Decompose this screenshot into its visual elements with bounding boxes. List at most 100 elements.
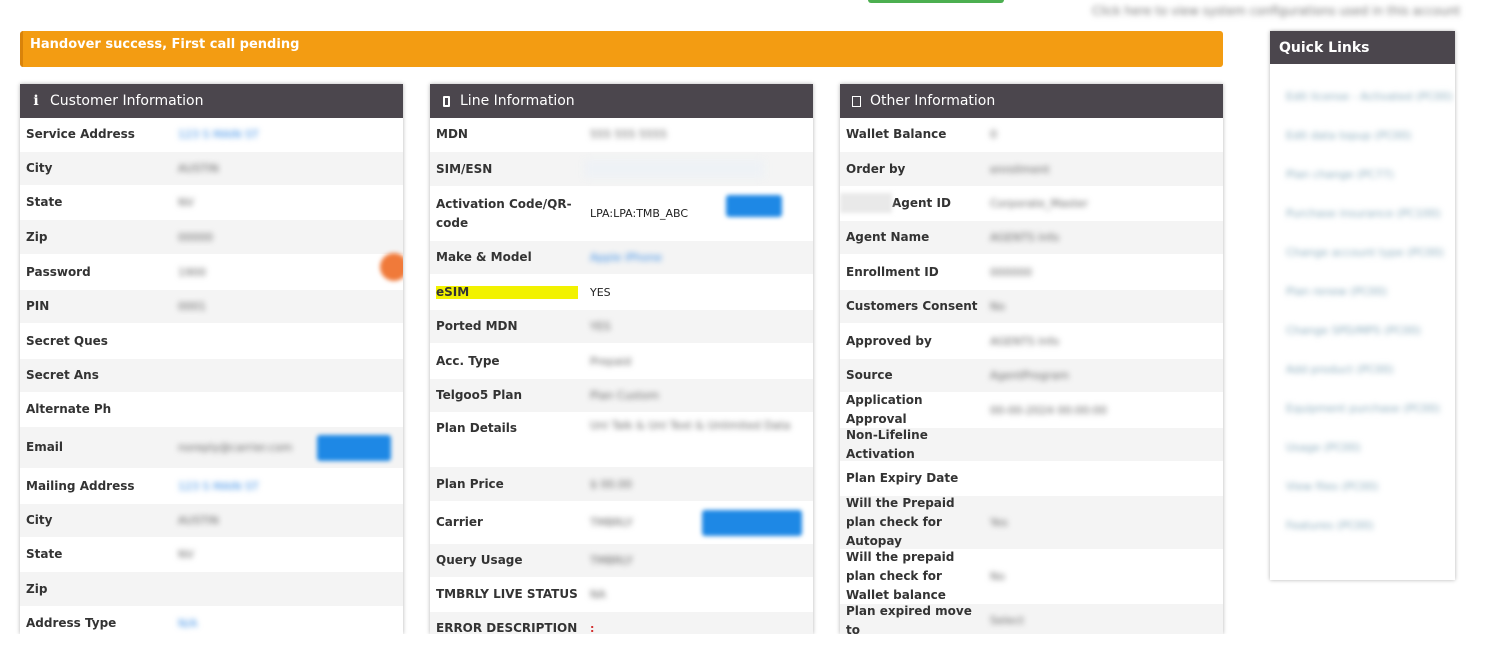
field-label: MDN xyxy=(436,127,468,141)
sim-esn-redacted xyxy=(584,160,764,178)
table-row: Acc. Type Prepaid xyxy=(430,344,813,379)
table-row: SIM/ESN xyxy=(430,152,813,187)
table-row: Approved by AGENTS Info xyxy=(840,324,1223,359)
field-value: noreply@carrier.com xyxy=(178,441,293,454)
table-row: Service Address 123 S MAIN ST xyxy=(20,118,403,152)
carrier-action-button[interactable] xyxy=(702,510,802,536)
customer-info-panel: i Customer Information Service Address 123… xyxy=(20,84,403,634)
field-value: 00-00-2024 00:00:00 xyxy=(990,403,1107,417)
quick-link-item[interactable]: View files (PC00) xyxy=(1270,472,1455,511)
field-value: AGENTS Info xyxy=(990,334,1060,348)
table-row: ERROR DESCRIPTION: xyxy=(430,612,813,634)
field-label: Agent Name xyxy=(846,230,930,244)
field-value: 1900 xyxy=(178,265,206,279)
field-value: No xyxy=(990,570,1005,583)
field-label: Plan Expiry Date xyxy=(846,471,959,485)
table-row: Make & Model Apple iPhone xyxy=(430,241,813,275)
field-value: NA xyxy=(590,588,606,601)
line-info-rows: MDN 555 555 5555 SIM/ESN Activation Code/… xyxy=(430,118,813,634)
field-label: Zip xyxy=(26,581,48,596)
quick-link-item[interactable]: Edit license - Activated (PC00) xyxy=(1270,82,1455,121)
table-row: Enrollment ID 000000 xyxy=(840,255,1223,290)
line-info-header: Line Information xyxy=(430,84,813,118)
activation-code-value: LPA:LPA:TMB_ABC xyxy=(590,207,689,220)
make-model-link[interactable]: Apple iPhone xyxy=(590,251,662,264)
quick-link-item[interactable]: Purchase insurance (PC100) xyxy=(1270,199,1455,238)
quick-link-item[interactable]: Edit data topup (PC00) xyxy=(1270,121,1455,160)
top-green-button[interactable] xyxy=(868,0,1004,3)
table-row: eSIM YES xyxy=(430,275,813,310)
table-row: Will the prepaid plan check for Wallet b… xyxy=(840,550,1223,604)
esim-label: eSIM xyxy=(436,285,578,299)
field-label: ERROR DESCRIPTION xyxy=(436,621,578,634)
mailing-address-link[interactable]: 123 S MAIN ST xyxy=(178,480,259,493)
field-label: Alternate Ph xyxy=(26,402,112,416)
field-label: State xyxy=(26,547,63,561)
table-row: Source AgentProgram xyxy=(840,359,1223,393)
field-value: 000000 xyxy=(990,265,1032,279)
field-label: Telgoo5 Plan xyxy=(436,388,522,402)
field-value: No xyxy=(990,300,1005,313)
field-value: $ 00.00 xyxy=(590,477,632,491)
quick-link-item[interactable]: Plan change (PC77) xyxy=(1270,160,1455,199)
edit-pencil-icon[interactable] xyxy=(380,253,403,281)
page-bottom xyxy=(0,634,1503,667)
table-row: Activation Code/QR-code LPA:LPA:TMB_ABC xyxy=(430,187,813,241)
system-config-link[interactable]: Click here to view system configurations… xyxy=(1092,4,1460,18)
other-info-rows: Wallet Balance 0 Order by enrollment Agent… xyxy=(840,118,1223,634)
quick-links-panel: Quick Links Edit license - Activated (PC… xyxy=(1270,31,1455,580)
email-action-button[interactable] xyxy=(317,435,391,461)
field-label: Password xyxy=(26,264,91,279)
field-label: State xyxy=(26,195,63,209)
table-row: City AUSTIN xyxy=(20,152,403,186)
field-value: TMBRLY xyxy=(590,516,633,529)
field-value: 0001 xyxy=(178,300,206,313)
field-value: 0 xyxy=(990,128,997,141)
table-row: Mailing Address 123 S MAIN ST xyxy=(20,469,403,504)
field-label: Approved by xyxy=(846,333,932,348)
table-row: TMBRLY LIVE STATUS NA xyxy=(430,578,813,612)
table-row: Plan Expiry Date xyxy=(840,462,1223,496)
field-label: Service Address xyxy=(26,127,135,141)
field-label: Plan Price xyxy=(436,476,504,491)
field-label: Order by xyxy=(846,161,906,176)
quick-link-item[interactable]: Usage (PC00) xyxy=(1270,433,1455,472)
esim-value: YES xyxy=(590,285,611,299)
table-row: Secret Ans xyxy=(20,359,403,393)
field-label: Activation Code/QR-code xyxy=(436,196,572,230)
handover-alert: Handover success, First call pending xyxy=(20,31,1223,67)
quick-link-item[interactable]: Change SPD/MPS (PC00) xyxy=(1270,316,1455,355)
field-value: NV xyxy=(178,196,194,209)
field-label: Will the Prepaid plan check for Autopay xyxy=(846,496,955,548)
field-label: PIN xyxy=(26,299,50,313)
table-row: Will the Prepaid plan check for Autopay Y… xyxy=(840,496,1223,550)
field-label: Make & Model xyxy=(436,250,532,264)
field-label: Application Approval xyxy=(846,393,923,426)
field-value: NV xyxy=(178,548,194,561)
copy-code-button[interactable] xyxy=(726,195,782,217)
info-icon: i xyxy=(33,93,39,109)
mobile-phone-icon xyxy=(440,93,452,109)
table-row: Application Approval 00-00-2024 00:00:00 xyxy=(840,393,1223,428)
table-row: Agent ID Corporate_Master xyxy=(840,187,1223,221)
field-value: AGENTS Info xyxy=(990,231,1060,244)
service-address-link[interactable]: 123 S MAIN ST xyxy=(178,128,259,141)
quick-link-item[interactable]: Plan renew (PC00) xyxy=(1270,277,1455,316)
quick-link-item[interactable]: Add product (PC00) xyxy=(1270,355,1455,394)
quick-links-list: Edit license - Activated (PC00) Edit dat… xyxy=(1270,64,1455,550)
quick-link-item[interactable]: Change account type (PC00) xyxy=(1270,238,1455,277)
agent-id-label: Agent ID xyxy=(892,196,951,210)
table-row: Order by enrollment xyxy=(840,152,1223,187)
error-description-value: : xyxy=(590,622,595,634)
quick-link-item[interactable]: Equipment purchase (PC00) xyxy=(1270,394,1455,433)
table-row: Zip xyxy=(20,572,403,607)
field-value: enrollment xyxy=(990,162,1050,176)
quick-link-item[interactable]: Features (PC00) xyxy=(1270,511,1455,550)
quick-links-title: Quick Links xyxy=(1270,31,1455,64)
table-row: MDN 555 555 5555 xyxy=(430,118,813,152)
field-label: Mailing Address xyxy=(26,478,135,493)
other-info-header: Other Information xyxy=(840,84,1223,118)
table-row: Plan expired move to Select xyxy=(840,604,1223,634)
field-value: Corporate_Master xyxy=(990,197,1089,210)
field-label: Enrollment ID xyxy=(846,264,939,279)
